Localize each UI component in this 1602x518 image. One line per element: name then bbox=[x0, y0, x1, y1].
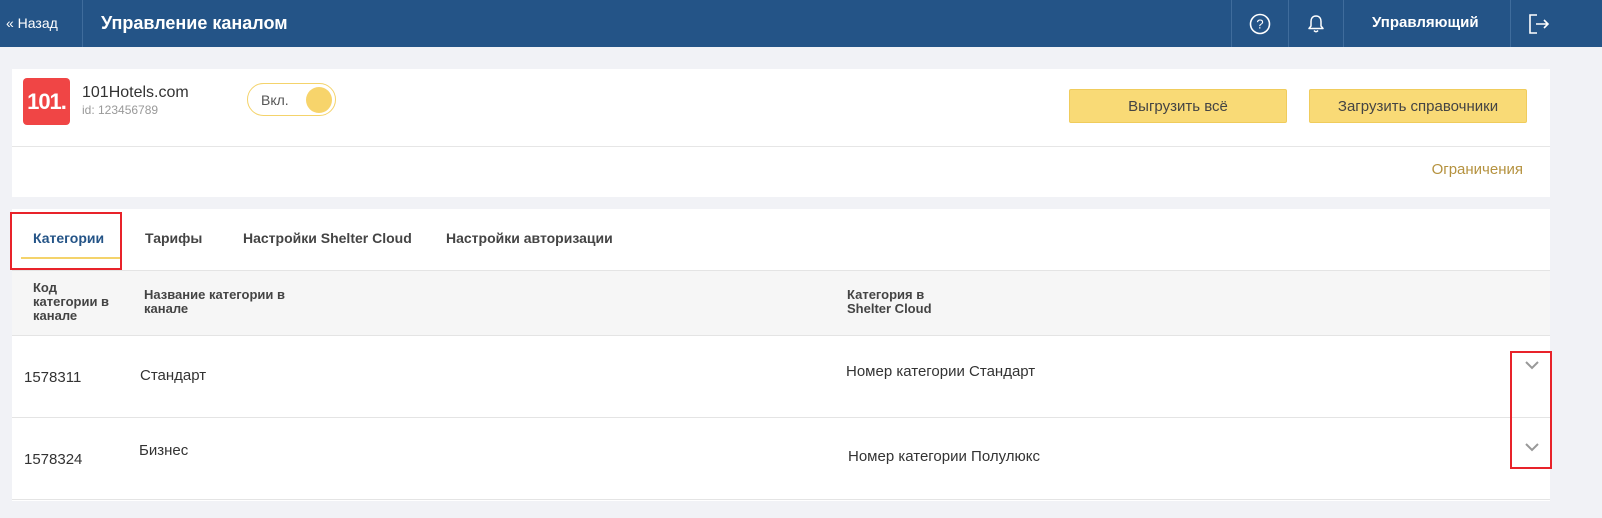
tab-authorization-settings[interactable]: Настройки авторизации bbox=[446, 230, 613, 246]
shelter-category-select[interactable]: Номер категории Стандарт bbox=[846, 363, 1035, 380]
svg-text:?: ? bbox=[1256, 16, 1263, 31]
table-row: 1578324 Бизнес Номер категории Полулюкс bbox=[12, 418, 1550, 500]
channel-card: 101. 101Hotels.com id: 123456789 Вкл. Вы… bbox=[12, 69, 1550, 197]
category-code: 1578324 bbox=[24, 451, 83, 468]
channel-logo: 101. bbox=[23, 78, 70, 125]
load-references-button[interactable]: Загрузить справочники bbox=[1309, 89, 1527, 123]
column-header-name: Название категории в канале bbox=[144, 287, 286, 316]
question-circle-icon: ? bbox=[1249, 13, 1271, 34]
channel-name: 101Hotels.com bbox=[82, 84, 189, 101]
column-header-code: Код категории в канале bbox=[33, 280, 110, 323]
notifications-button[interactable] bbox=[1289, 0, 1343, 47]
categories-panel: Категории Тарифы Настройки Shelter Cloud… bbox=[10, 209, 1552, 501]
help-button[interactable]: ? bbox=[1232, 0, 1288, 47]
annotation-highlight-tab bbox=[10, 212, 122, 270]
page-title: Управление каналом bbox=[101, 13, 288, 33]
export-all-button[interactable]: Выгрузить всё bbox=[1069, 89, 1287, 123]
channel-enabled-toggle[interactable]: Вкл. bbox=[247, 83, 336, 116]
bell-icon bbox=[1308, 14, 1324, 32]
logout-button[interactable] bbox=[1511, 0, 1567, 47]
back-link[interactable]: « Назад bbox=[6, 0, 58, 47]
toggle-label: Вкл. bbox=[261, 92, 289, 108]
column-header-shelter-category: Категория в Shelter Cloud bbox=[847, 287, 932, 316]
navbar-divider bbox=[1343, 0, 1344, 47]
tab-shelter-cloud-settings[interactable]: Настройки Shelter Cloud bbox=[243, 230, 412, 246]
table-header: Код категории в канале Название категори… bbox=[12, 270, 1550, 336]
category-name: Бизнес bbox=[139, 442, 189, 459]
top-navbar: « Назад Управление каналом ? Управляющий bbox=[0, 0, 1602, 47]
tab-tariffs[interactable]: Тарифы bbox=[145, 230, 202, 246]
category-name: Стандарт bbox=[140, 367, 207, 384]
toggle-knob bbox=[306, 87, 332, 113]
user-menu[interactable]: Управляющий bbox=[1372, 0, 1479, 46]
shelter-category-select[interactable]: Номер категории Полулюкс bbox=[848, 448, 1040, 465]
logout-icon bbox=[1529, 13, 1550, 34]
annotation-highlight-dropdowns bbox=[1510, 351, 1552, 469]
navbar-divider bbox=[82, 0, 83, 47]
channel-id: id: 123456789 bbox=[82, 103, 159, 117]
table-row: 1578311 Стандарт Номер категории Стандар… bbox=[12, 336, 1550, 418]
limits-link[interactable]: Ограничения bbox=[1432, 161, 1523, 178]
divider bbox=[12, 146, 1550, 147]
category-code: 1578311 bbox=[24, 369, 82, 386]
